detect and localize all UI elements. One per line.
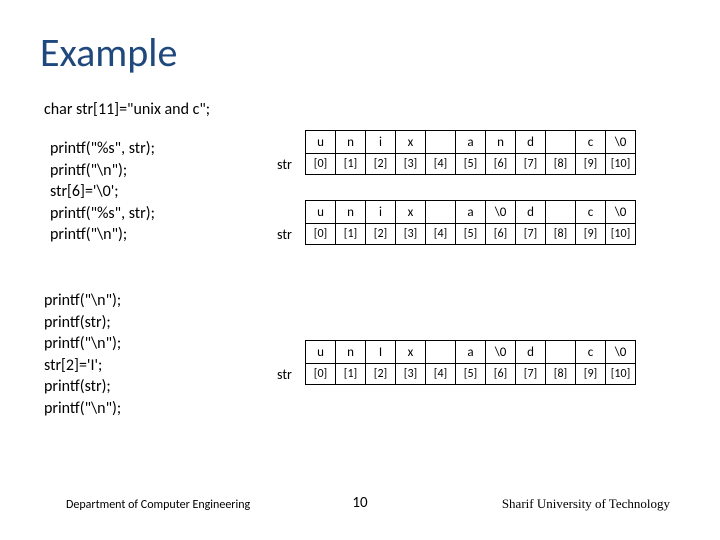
mem-cell-value: a (456, 131, 486, 154)
mem-cell-index: [10] (606, 364, 636, 385)
array-label: str (277, 156, 292, 173)
mem-cell-index: [2] (366, 224, 396, 245)
mem-cell-index: [5] (456, 224, 486, 245)
mem-cell-value (546, 201, 576, 224)
slide-title: Example (40, 28, 177, 77)
mem-cell-index: [6] (486, 154, 516, 175)
mem-cell-index: [3] (396, 224, 426, 245)
mem-cell-value: u (306, 201, 336, 224)
mem-cell-index: [1] (336, 154, 366, 175)
mem-cell-value: a (456, 201, 486, 224)
mem-cell-value: i (366, 201, 396, 224)
mem-cell-value: c (576, 131, 606, 154)
declaration-line: char str[11]="unix and c"; (44, 100, 210, 119)
mem-cell-value: n (486, 131, 516, 154)
array-label: str (277, 366, 292, 383)
mem-cell-value: d (516, 131, 546, 154)
mem-cell-index: [10] (606, 224, 636, 245)
mem-cell-index: [6] (486, 364, 516, 385)
mem-cell-index: [9] (576, 224, 606, 245)
mem-cell-index: [5] (456, 154, 486, 175)
mem-cell-value: c (576, 201, 606, 224)
mem-cell-value (426, 131, 456, 154)
mem-cell-value: n (336, 201, 366, 224)
memory-table-2: str unixa\0dc\0 [0][1][2][3][4][5][6][7]… (305, 200, 636, 245)
mem-cell-index: [2] (366, 154, 396, 175)
mem-cell-index: [9] (576, 364, 606, 385)
mem-cell-index: [7] (516, 364, 546, 385)
mem-cell-index: [5] (456, 364, 486, 385)
mem-cell-value: d (516, 341, 546, 364)
mem-cell-value: u (306, 131, 336, 154)
mem-cell-value: u (306, 341, 336, 364)
mem-cell-value: \0 (486, 201, 516, 224)
code-block-1: printf("%s", str); printf("\n"); str[6]=… (50, 138, 155, 246)
mem-cell-value: x (396, 201, 426, 224)
mem-cell-value: \0 (606, 201, 636, 224)
mem-cell-index: [4] (426, 224, 456, 245)
mem-cell-value (426, 201, 456, 224)
mem-cell-index: [4] (426, 154, 456, 175)
footer-university: Sharif University of Technology (502, 496, 670, 512)
mem-cell-index: [0] (306, 364, 336, 385)
mem-cell-value: x (396, 341, 426, 364)
mem-cell-value: a (456, 341, 486, 364)
mem-cell-index: [3] (396, 364, 426, 385)
memory-table-1: str unixandc\0 [0][1][2][3][4][5][6][7][… (305, 130, 636, 175)
mem-cell-index: [8] (546, 224, 576, 245)
code-block-2: printf("\n"); printf(str); printf("\n");… (44, 290, 121, 420)
mem-cell-index: [7] (516, 154, 546, 175)
mem-cell-index: [9] (576, 154, 606, 175)
mem-cell-index: [3] (396, 154, 426, 175)
mem-cell-index: [8] (546, 364, 576, 385)
mem-cell-value: d (516, 201, 546, 224)
mem-cell-value (546, 341, 576, 364)
mem-cell-index: [4] (426, 364, 456, 385)
mem-cell-value: \0 (606, 131, 636, 154)
mem-cell-index: [1] (336, 224, 366, 245)
mem-cell-value: \0 (486, 341, 516, 364)
mem-cell-index: [6] (486, 224, 516, 245)
mem-cell-value: n (336, 341, 366, 364)
mem-cell-index: [7] (516, 224, 546, 245)
mem-cell-value: i (366, 131, 396, 154)
mem-cell-index: [0] (306, 154, 336, 175)
mem-cell-value: \0 (606, 341, 636, 364)
mem-cell-index: [8] (546, 154, 576, 175)
mem-cell-value: I (366, 341, 396, 364)
mem-cell-index: [0] (306, 224, 336, 245)
array-label: str (277, 226, 292, 243)
memory-table-3: str unIxa\0dc\0 [0][1][2][3][4][5][6][7]… (305, 340, 636, 385)
mem-cell-value (426, 341, 456, 364)
mem-cell-index: [1] (336, 364, 366, 385)
mem-cell-value: x (396, 131, 426, 154)
mem-cell-value: c (576, 341, 606, 364)
mem-cell-index: [2] (366, 364, 396, 385)
mem-cell-index: [10] (606, 154, 636, 175)
mem-cell-value (546, 131, 576, 154)
mem-cell-value: n (336, 131, 366, 154)
